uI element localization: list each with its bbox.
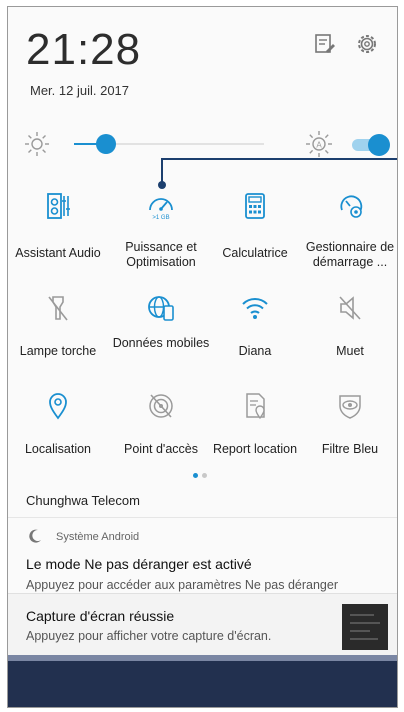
callout-dot (158, 181, 166, 189)
tile-label: Calculatrice (222, 246, 288, 260)
tile-report-location[interactable]: Report location (205, 390, 305, 470)
tile-gestionnaire-demarrage[interactable]: Gestionnaire de démarrage ... (300, 190, 397, 270)
tile-label: Report location (212, 442, 298, 456)
flashlight-off-icon (48, 296, 68, 321)
tile-calculatrice[interactable]: Calculatrice (205, 190, 305, 270)
tile-label: Localisation (24, 442, 91, 456)
tile-label: Gestionnaire de démarrage ... (305, 240, 395, 269)
navigation-bar-strip (8, 655, 397, 661)
notification-text: Appuyez pour accéder aux paramètres Ne p… (26, 578, 338, 592)
notification-title: Capture d'écran réussie (26, 608, 175, 624)
location-icon (49, 393, 67, 420)
page-dot-active (193, 473, 198, 478)
date: Mer. 12 juil. 2017 (30, 83, 130, 98)
startup-manager-icon (340, 195, 363, 218)
notification-text: Appuyez pour afficher votre capture d'éc… (26, 629, 272, 643)
page-indicator (193, 473, 213, 479)
mobile-data-icon (148, 296, 174, 321)
tile-point-acces[interactable]: Point d'accès (111, 390, 211, 470)
brightness-slider-thumb[interactable] (96, 134, 117, 154)
svg-text:>1 GB: >1 GB (152, 215, 169, 221)
auto-brightness-icon: A (306, 131, 332, 157)
tile-filtre-bleu[interactable]: Filtre Bleu (300, 390, 397, 470)
brightness-slider[interactable] (74, 134, 264, 154)
tile-wifi-diana[interactable]: Diana (205, 292, 305, 372)
tile-localisation[interactable]: Localisation (8, 390, 108, 470)
tile-label: Muet (336, 344, 364, 358)
report-location-icon (246, 393, 265, 420)
blue-filter-icon (339, 395, 361, 419)
tile-puissance-optimisation[interactable]: >1 GB Puissance et Optimisation (111, 190, 211, 270)
svg-text:A: A (316, 141, 322, 150)
tile-donnees-mobiles[interactable]: Données mobiles (111, 292, 211, 372)
tile-label: Diana (238, 344, 272, 358)
carrier-name: Chunghwa Telecom (26, 493, 140, 508)
navigation-bar-background (8, 655, 397, 707)
page-dot (202, 473, 207, 478)
tile-label: Filtre Bleu (321, 442, 379, 456)
hotspot-off-icon (149, 394, 173, 418)
moon-icon (29, 529, 41, 543)
gear-icon[interactable] (354, 31, 380, 57)
notification-title: Le mode Ne pas déranger est activé (26, 556, 252, 572)
callout-line (161, 158, 397, 160)
tile-label: Données mobiles (112, 336, 210, 350)
tile-lampe-torche[interactable]: Lampe torche (8, 292, 108, 372)
tile-muet[interactable]: Muet (300, 292, 397, 372)
tile-label: Puissance et Optimisation (125, 240, 197, 269)
auto-brightness-toggle[interactable] (348, 134, 390, 156)
toggle-thumb (368, 134, 390, 156)
tile-label: Point d'accès (124, 442, 198, 456)
mute-icon (339, 296, 361, 320)
notification-shade: 21:28 Mer. 12 juil. 2017 A Assistant Aud… (7, 6, 398, 708)
edit-note-icon[interactable] (311, 31, 337, 57)
audio-wizard-icon (47, 193, 70, 219)
clock: 21:28 (26, 25, 142, 74)
tile-label: Assistant Audio (15, 246, 101, 260)
speedometer-icon: >1 GB (149, 198, 173, 221)
screenshot-thumbnail[interactable] (342, 604, 388, 650)
notification-dnd[interactable]: Système Android Le mode Ne pas déranger … (8, 517, 397, 596)
notification-app-name: Système Android (56, 531, 140, 543)
brightness-low-icon (25, 132, 49, 156)
tile-assistant-audio[interactable]: Assistant Audio (8, 190, 108, 270)
calculator-icon (245, 193, 265, 219)
notification-screenshot[interactable]: Capture d'écran réussie Appuyez pour aff… (8, 593, 397, 656)
wifi-icon (242, 298, 268, 319)
tile-label: Lampe torche (19, 344, 97, 358)
